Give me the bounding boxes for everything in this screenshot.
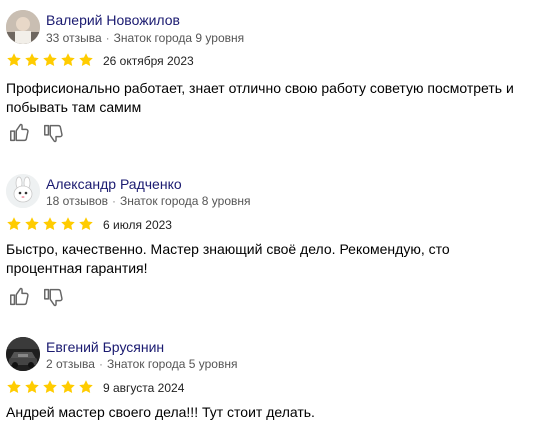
star-icon	[7, 217, 21, 231]
star-icon	[43, 380, 57, 394]
review-date: 26 октября 2023	[103, 54, 194, 68]
star-icon	[79, 217, 93, 231]
review-text: Андрей мастер своего дела!!! Тут стоит д…	[6, 404, 315, 420]
author-meta: 2 отзыва · Знаток города 5 уровня	[46, 357, 238, 371]
star-icon	[43, 217, 57, 231]
dislike-icon[interactable]	[42, 122, 64, 144]
rating-stars	[6, 379, 94, 395]
review-text: Быстро, качественно. Мастер знающий своё…	[6, 241, 450, 276]
dislike-icon[interactable]	[42, 286, 64, 308]
star-icon	[79, 53, 93, 67]
star-icon	[7, 53, 21, 67]
star-icon	[61, 217, 75, 231]
star-icon	[25, 217, 39, 231]
author-name[interactable]: Александр Радченко	[46, 176, 182, 192]
star-icon	[25, 53, 39, 67]
city-expert-level: Знаток города 9 уровня	[113, 31, 245, 45]
star-icon	[61, 380, 75, 394]
star-icon	[25, 380, 39, 394]
city-expert-level: Знаток города 8 уровня	[120, 194, 251, 208]
author-name[interactable]: Евгений Брусянин	[46, 339, 164, 355]
rating-stars	[6, 216, 94, 232]
author-name[interactable]: Валерий Новожилов	[46, 12, 180, 28]
star-icon	[61, 53, 75, 67]
reviews-count: 33 отзыва	[46, 31, 102, 45]
star-icon	[43, 53, 57, 67]
city-expert-level: Знаток города 5 уровня	[106, 357, 238, 371]
reviews-count: 18 отзывов	[46, 194, 109, 208]
star-icon	[7, 380, 21, 394]
like-icon[interactable]	[8, 286, 30, 308]
author-meta: 18 отзывов · Знаток города 8 уровня	[46, 194, 251, 208]
review-text: Профисионально работает, знает отлично с…	[6, 80, 514, 115]
like-icon[interactable]	[8, 122, 30, 144]
avatar[interactable]	[6, 337, 40, 371]
review-date: 6 июля 2023	[103, 218, 172, 232]
avatar[interactable]	[6, 10, 40, 44]
avatar[interactable]	[6, 174, 40, 208]
star-icon	[79, 380, 93, 394]
reactions	[8, 122, 64, 144]
author-meta: 33 отзыва · Знаток города 9 уровня	[46, 31, 245, 45]
reviews-count: 2 отзыва	[46, 357, 95, 371]
rating-stars	[6, 52, 94, 68]
review-date: 9 августа 2024	[103, 381, 185, 395]
reactions	[8, 286, 64, 308]
